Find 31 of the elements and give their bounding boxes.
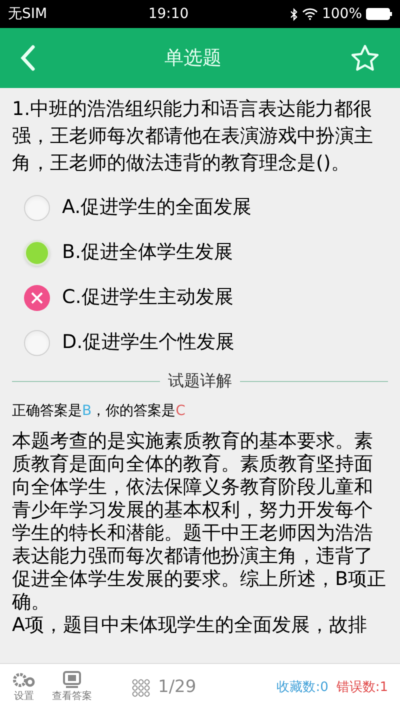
- option-label[interactable]: C.促进学生主动发展: [62, 283, 234, 312]
- bluetooth-icon: [290, 8, 298, 20]
- favorites-count: 收藏数:0: [276, 678, 328, 697]
- section-heading: 试题详解: [168, 370, 232, 392]
- wifi-icon: [302, 8, 318, 20]
- monitor-icon: [62, 671, 82, 689]
- cross-icon: [31, 292, 43, 304]
- view-answer-button[interactable]: 查看答案: [52, 671, 92, 704]
- question-text: 1.中班的浩浩组织能力和语言表达能力都很强，王老师每次都请他在表演游戏中扮演主角，王老师的做法违背的教育理念是()。: [12, 97, 374, 176]
- errors-count: 错误数:1: [336, 678, 388, 697]
- explanation-text: 本题考查的是实施素质教育的基本要求。素质教育是面向全体的教育。素质教育坚持面向全体学生，依法保障义务教育阶段儿童和青少年学习发展的基本权利，努力开发每个学生的特长和潜能。题干中王老师因为浩浩表达能力强而每次都请他扮演主角，违背了促进全体学生发展的要求。综上所述，B项正确。: [12, 430, 388, 614]
- page-title: 单选题: [164, 46, 222, 71]
- clock-text: 19:10: [148, 4, 189, 24]
- gear-icon: [12, 671, 36, 689]
- star-icon[interactable]: [350, 44, 380, 72]
- radio-wrong[interactable]: [24, 284, 50, 310]
- answer-summary: 正确答案是B，你的答案是C: [12, 402, 186, 421]
- radio-button[interactable]: [24, 330, 50, 356]
- progress-button[interactable]: 1/29: [132, 674, 196, 700]
- radio-selected[interactable]: [24, 240, 50, 266]
- option-label[interactable]: D.促进学生个性发展: [62, 328, 235, 357]
- back-icon[interactable]: [20, 45, 36, 71]
- battery-icon: [366, 8, 392, 20]
- option-label[interactable]: A.促进学生的全面发展: [62, 193, 252, 222]
- settings-button[interactable]: 设置: [12, 671, 36, 704]
- carrier-text: 无SIM: [8, 4, 48, 24]
- battery-text: 100%: [322, 4, 362, 24]
- option-label[interactable]: B.促进全体学生发展: [62, 238, 234, 267]
- grid-icon: [132, 678, 150, 696]
- radio-button[interactable]: [24, 194, 50, 220]
- explanation-text: A项，题目中未体现学生的全面发展，故排: [12, 614, 368, 637]
